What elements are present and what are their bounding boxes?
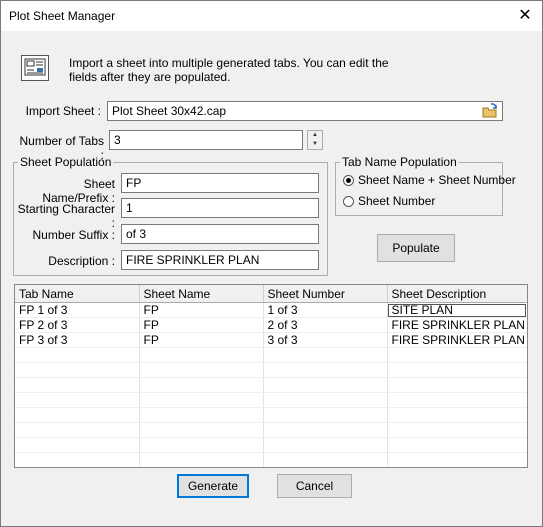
number-suffix-label: Number Suffix : [32,228,115,242]
import-sheet-field[interactable]: Plot Sheet 30x42.cap [107,101,503,121]
cancel-button[interactable]: Cancel [277,474,352,498]
starting-character-value: 1 [126,201,133,215]
number-suffix-value: of 3 [126,227,147,241]
radio-sheet-number-label: Sheet Number [358,194,436,208]
radio-sheet-name-plus-number-label: Sheet Name + Sheet Number [358,173,516,187]
generate-button[interactable]: Generate [177,474,249,498]
column-header-tab-name[interactable]: Tab Name [15,285,140,303]
empty-row [15,422,527,438]
plot-sheet-manager-dialog: Plot Sheet Manager ✕ Import a sheet into… [0,0,543,527]
empty-row [15,407,527,423]
cell-sheet-number[interactable]: 2 of 3 [263,317,388,333]
radio-selected-icon[interactable] [343,175,354,186]
empty-row [15,437,527,453]
sheet-name-prefix-value: FP [126,176,142,190]
grid-header-row: Tab Name Sheet Name Sheet Number Sheet D… [15,285,527,303]
sheet-name-prefix-label: Sheet Name/Prefix : [42,177,115,205]
sheet-population-legend: Sheet Population [20,155,112,169]
sheet-grid[interactable]: Tab Name Sheet Name Sheet Number Sheet D… [14,284,528,468]
number-of-tabs-field[interactable]: 3 [109,130,303,150]
empty-row [15,468,527,469]
folder-open-icon[interactable] [482,103,498,119]
title-bar: Plot Sheet Manager ✕ [1,1,542,31]
starting-character-label: Starting Character : [17,202,115,230]
cell-tab-name[interactable]: FP 1 of 3 [15,302,140,318]
close-icon[interactable]: ✕ [508,1,542,31]
number-of-tabs-spinner[interactable]: ▲ ▼ [307,130,323,150]
window-title: Plot Sheet Manager [9,9,116,23]
empty-row [15,377,527,393]
cell-sheet-number[interactable]: 3 of 3 [263,332,388,348]
empty-row [15,452,527,467]
description-value: FIRE SPRINKLER PLAN [126,253,260,267]
table-row[interactable]: FP 1 of 3 FP 1 of 3 SITE PLAN [15,302,527,318]
cell-sheet-description[interactable]: FIRE SPRINKLER PLAN [387,317,527,333]
tab-name-population-legend: Tab Name Population [342,155,457,169]
sheet-name-prefix-field[interactable]: FP [121,173,319,193]
table-row[interactable]: FP 2 of 3 FP 2 of 3 FIRE SPRINKLER PLAN [15,317,527,333]
description-label: Description : [48,254,115,268]
empty-row [15,347,527,363]
radio-unselected-icon[interactable] [343,196,354,207]
cell-sheet-description[interactable]: FIRE SPRINKLER PLAN [387,332,527,348]
populate-button[interactable]: Populate [377,234,455,262]
cell-sheet-description-editing[interactable]: SITE PLAN [387,302,527,318]
starting-character-field[interactable]: 1 [121,198,319,218]
empty-row [15,392,527,408]
cell-tab-name[interactable]: FP 3 of 3 [15,332,140,348]
table-row[interactable]: FP 3 of 3 FP 3 of 3 FIRE SPRINKLER PLAN [15,332,527,348]
cell-sheet-name[interactable]: FP [139,302,264,318]
cell-tab-name[interactable]: FP 2 of 3 [15,317,140,333]
description-field[interactable]: FIRE SPRINKLER PLAN [121,250,319,270]
spin-up-icon[interactable]: ▲ [308,131,322,140]
import-sheet-value: Plot Sheet 30x42.cap [112,104,227,118]
cell-sheet-name[interactable]: FP [139,317,264,333]
cell-sheet-name[interactable]: FP [139,332,264,348]
dialog-description: Import a sheet into multiple generated t… [69,56,389,84]
spin-down-icon[interactable]: ▼ [308,140,322,149]
number-suffix-field[interactable]: of 3 [121,224,319,244]
sheet-manager-icon [21,55,49,81]
import-sheet-label: Import Sheet : [25,104,101,118]
cell-sheet-number[interactable]: 1 of 3 [263,302,388,318]
column-header-sheet-description[interactable]: Sheet Description [387,285,527,303]
number-of-tabs-value: 3 [114,133,121,147]
empty-row [15,362,527,378]
column-header-sheet-name[interactable]: Sheet Name [139,285,264,303]
column-header-sheet-number[interactable]: Sheet Number [263,285,388,303]
